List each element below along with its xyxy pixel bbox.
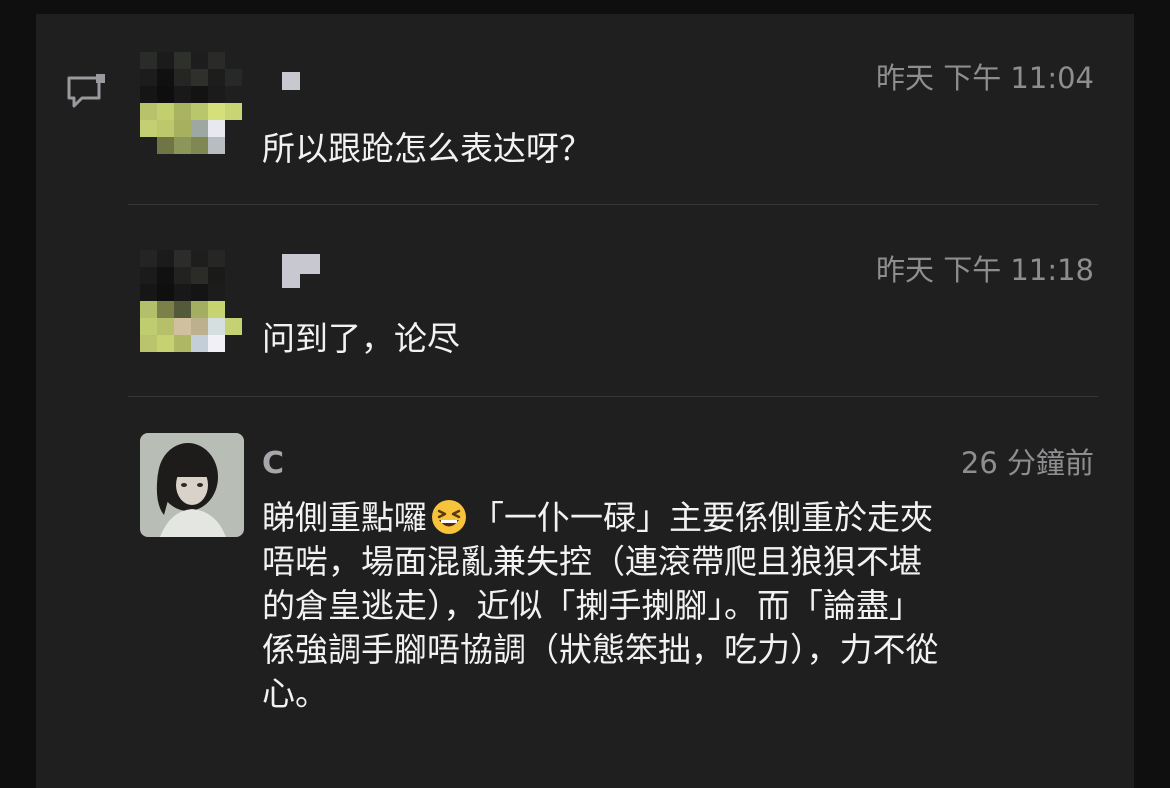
avatar-badge [282, 254, 320, 274]
message-line: 唔啱，場面混亂兼失控（連滾帶爬且狼狽不堪 [262, 542, 922, 581]
message-line-text: 「一仆一碌」主要係側重於走夾 [471, 498, 933, 537]
message-text: 问到了，论尽 [262, 319, 460, 358]
reply-comment-icon[interactable] [66, 72, 106, 112]
message-text: 睇側重點囉 「一仆一碌」主要係側重於走夾 唔啱，場面混亂兼失控（連滾帶爬且狼狽不堪… [262, 496, 1122, 716]
message-line: 心。 [262, 674, 328, 713]
divider [128, 396, 1098, 397]
grinning-squinting-face-icon [431, 499, 467, 535]
avatar[interactable] [140, 52, 276, 154]
message-text: 所以跟跄怎么表达呀？ [262, 129, 592, 168]
message-line: 睇側重點囉 「一仆一碌」主要係側重於走夾 [262, 496, 1122, 540]
avatar-badge [282, 72, 300, 90]
avatar[interactable] [140, 250, 276, 352]
message-line: 的倉皇逃走），近似「揦手揦腳」。而「論盡」 [262, 586, 922, 625]
timestamp: 26 分鐘前 [960, 446, 1094, 480]
message-line-text: 睇側重點囉 [262, 498, 427, 537]
avatar-badge [282, 274, 300, 288]
timestamp: 昨天 下午 11:04 [875, 61, 1094, 95]
divider [128, 204, 1098, 205]
avatar[interactable] [140, 433, 244, 537]
timestamp: 昨天 下午 11:18 [875, 253, 1094, 287]
message-line: 係強調手腳唔協調（狀態笨拙，吃力），力不從 [262, 630, 939, 669]
username: C [262, 446, 285, 481]
